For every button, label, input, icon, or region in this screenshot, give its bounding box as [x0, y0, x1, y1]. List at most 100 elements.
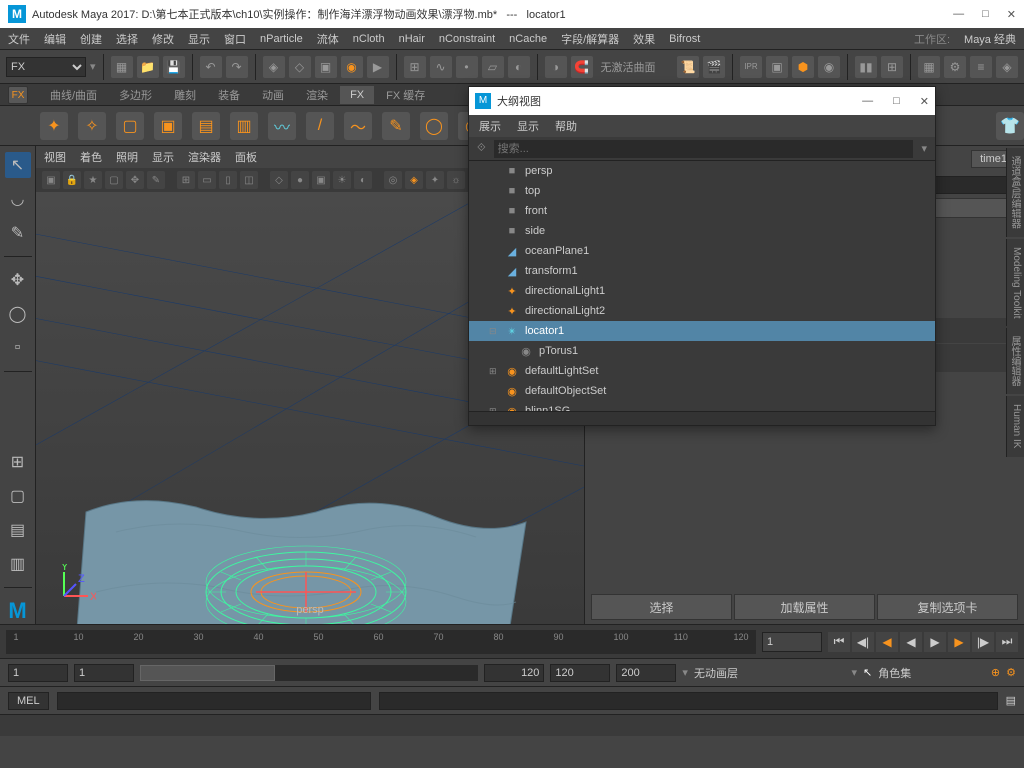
- outliner-item-side[interactable]: ■side: [469, 221, 935, 241]
- vp-menu-lighting[interactable]: 照明: [116, 149, 138, 165]
- fluid-container-icon[interactable]: ▢: [116, 112, 144, 140]
- select-multi-icon[interactable]: ◉: [341, 56, 363, 78]
- boss-icon[interactable]: ◯: [420, 112, 448, 140]
- outliner-maximize-button[interactable]: □: [893, 95, 900, 108]
- range-end-outer[interactable]: [550, 664, 610, 682]
- shelf-badge[interactable]: FX: [8, 86, 28, 104]
- menu-set-dropdown[interactable]: FX: [6, 57, 86, 77]
- shelf-tab-fx[interactable]: FX: [340, 86, 374, 104]
- outliner-search-input[interactable]: [494, 140, 914, 158]
- fluid-emitter-icon[interactable]: ▣: [154, 112, 182, 140]
- live-surface-icon[interactable]: 🧲: [571, 56, 593, 78]
- shelf-tab-curves[interactable]: 曲线/曲面: [40, 84, 107, 106]
- vp-select-camera-icon[interactable]: ▣: [42, 171, 60, 189]
- outliner-scrollbar[interactable]: [469, 411, 935, 425]
- move-tool[interactable]: ✥: [5, 267, 31, 293]
- layout-persp-icon[interactable]: ▥: [5, 551, 31, 577]
- scale-tool[interactable]: ▫: [5, 335, 31, 361]
- vp-menu-view[interactable]: 视图: [44, 149, 66, 165]
- vp-resolution-gate-icon[interactable]: ▯: [219, 171, 237, 189]
- ncloth-passive-icon[interactable]: /: [306, 112, 334, 140]
- vp-menu-show[interactable]: 显示: [152, 149, 174, 165]
- shelf-tab-sculpt[interactable]: 雕刻: [164, 84, 206, 106]
- range-start-inner[interactable]: [74, 664, 134, 682]
- attribute-editor-icon[interactable]: ≡: [970, 56, 992, 78]
- select-tool[interactable]: ↖: [5, 152, 31, 178]
- redo-icon[interactable]: ↷: [226, 56, 248, 78]
- vp-exposure-icon[interactable]: ☼: [447, 171, 465, 189]
- rotate-tool[interactable]: ◯: [5, 301, 31, 327]
- menu-ncloth[interactable]: nCloth: [353, 33, 385, 45]
- step-forward-key-icon[interactable]: |▶: [972, 632, 994, 652]
- ipr-icon[interactable]: IPR: [740, 56, 762, 78]
- expand-icon[interactable]: ⊞: [489, 366, 499, 377]
- shelf-tab-fxcache[interactable]: FX 缓存: [376, 84, 435, 106]
- layout-split-icon[interactable]: ▤: [5, 517, 31, 543]
- step-forward-icon[interactable]: ▶: [948, 632, 970, 652]
- snap-live-icon[interactable]: ◐: [508, 56, 530, 78]
- layout-single-icon[interactable]: ▢: [5, 483, 31, 509]
- vp-xray-joints-icon[interactable]: ✦: [426, 171, 444, 189]
- open-scene-icon[interactable]: 📁: [137, 56, 159, 78]
- shelf-tab-polygons[interactable]: 多边形: [109, 84, 162, 106]
- render-frame-icon[interactable]: ▣: [766, 56, 788, 78]
- outliner-item-transform1[interactable]: ◢transform1: [469, 261, 935, 281]
- hypershade-icon[interactable]: ◉: [818, 56, 840, 78]
- maya-home-icon[interactable]: M: [5, 598, 31, 624]
- play-forward-icon[interactable]: ▶: [924, 632, 946, 652]
- sidetab-channelbox[interactable]: 通道盒/层编辑器: [1006, 148, 1024, 237]
- range-start-outer[interactable]: [8, 664, 68, 682]
- vp-2d-pan-icon[interactable]: ✥: [126, 171, 144, 189]
- outliner-item-oceanPlane1[interactable]: ◢oceanPlane1: [469, 241, 935, 261]
- go-to-start-icon[interactable]: ⏮: [828, 632, 850, 652]
- vp-grease-icon[interactable]: ✎: [147, 171, 165, 189]
- vp-shaded-icon[interactable]: ●: [291, 171, 309, 189]
- new-scene-icon[interactable]: ▦: [111, 56, 133, 78]
- vp-image-plane-icon[interactable]: ▢: [105, 171, 123, 189]
- render-view-icon[interactable]: 🎬: [703, 56, 725, 78]
- select-component-icon[interactable]: ▣: [315, 56, 337, 78]
- menu-fields[interactable]: 字段/解算器: [561, 31, 619, 47]
- save-scene-icon[interactable]: 💾: [163, 56, 185, 78]
- vp-gate-mask-icon[interactable]: ◫: [240, 171, 258, 189]
- menu-nhair[interactable]: nHair: [399, 33, 425, 45]
- vp-menu-renderer[interactable]: 渲染器: [188, 149, 221, 165]
- step-back-icon[interactable]: ◀: [876, 632, 898, 652]
- nhair-create-icon[interactable]: 〜: [344, 112, 372, 140]
- snap-grid-icon[interactable]: ⊞: [404, 56, 426, 78]
- menu-modify[interactable]: 修改: [152, 31, 174, 47]
- menu-create[interactable]: 创建: [80, 31, 102, 47]
- outliner-item-defaultObjectSet[interactable]: ◉defaultObjectSet: [469, 381, 935, 401]
- outliner-menu-display[interactable]: 展示: [479, 118, 501, 134]
- range-slider-track[interactable]: [140, 665, 478, 681]
- shelf-tab-rendering[interactable]: 渲染: [296, 84, 338, 106]
- vp-textured-icon[interactable]: ▣: [312, 171, 330, 189]
- pond-icon[interactable]: ▥: [230, 112, 258, 140]
- script-lang-toggle[interactable]: MEL: [8, 692, 49, 710]
- outliner-item-locator1[interactable]: ⊟✴locator1: [469, 321, 935, 341]
- outliner-item-persp[interactable]: ■persp: [469, 161, 935, 181]
- vp-bookmark-icon[interactable]: ★: [84, 171, 102, 189]
- paint-select-tool[interactable]: ✎: [5, 220, 31, 246]
- outliner-menu-show[interactable]: 显示: [517, 118, 539, 134]
- menu-file[interactable]: 文件: [8, 31, 30, 47]
- outliner-item-blinn1SG[interactable]: ⊞◉blinn1SG: [469, 401, 935, 411]
- menu-fluid[interactable]: 流体: [317, 31, 339, 47]
- load-attrs-button[interactable]: 加载属性: [734, 594, 875, 620]
- maximize-button[interactable]: □: [982, 8, 989, 21]
- render-settings-icon[interactable]: ⬢: [792, 56, 814, 78]
- vp-film-gate-icon[interactable]: ▭: [198, 171, 216, 189]
- menu-select[interactable]: 选择: [116, 31, 138, 47]
- modeling-toolkit-icon[interactable]: ◈: [996, 56, 1018, 78]
- outliner-item-defaultLightSet[interactable]: ⊞◉defaultLightSet: [469, 361, 935, 381]
- outliner-filter-icon[interactable]: ⟐: [477, 142, 486, 155]
- range-end2[interactable]: [616, 664, 676, 682]
- outliner-item-directionalLight2[interactable]: ✦directionalLight2: [469, 301, 935, 321]
- sidetab-modeling-toolkit[interactable]: Modeling Toolkit: [1006, 239, 1024, 327]
- layout-quad-icon[interactable]: ⊞: [5, 449, 31, 475]
- vp-lights-icon[interactable]: ☀: [333, 171, 351, 189]
- range-end-inner[interactable]: [484, 664, 544, 682]
- autokey-toggle-icon[interactable]: ⊕: [991, 666, 1000, 679]
- vp-lock-camera-icon[interactable]: 🔒: [63, 171, 81, 189]
- sidetab-attr-editor[interactable]: 属性编辑器: [1006, 328, 1024, 394]
